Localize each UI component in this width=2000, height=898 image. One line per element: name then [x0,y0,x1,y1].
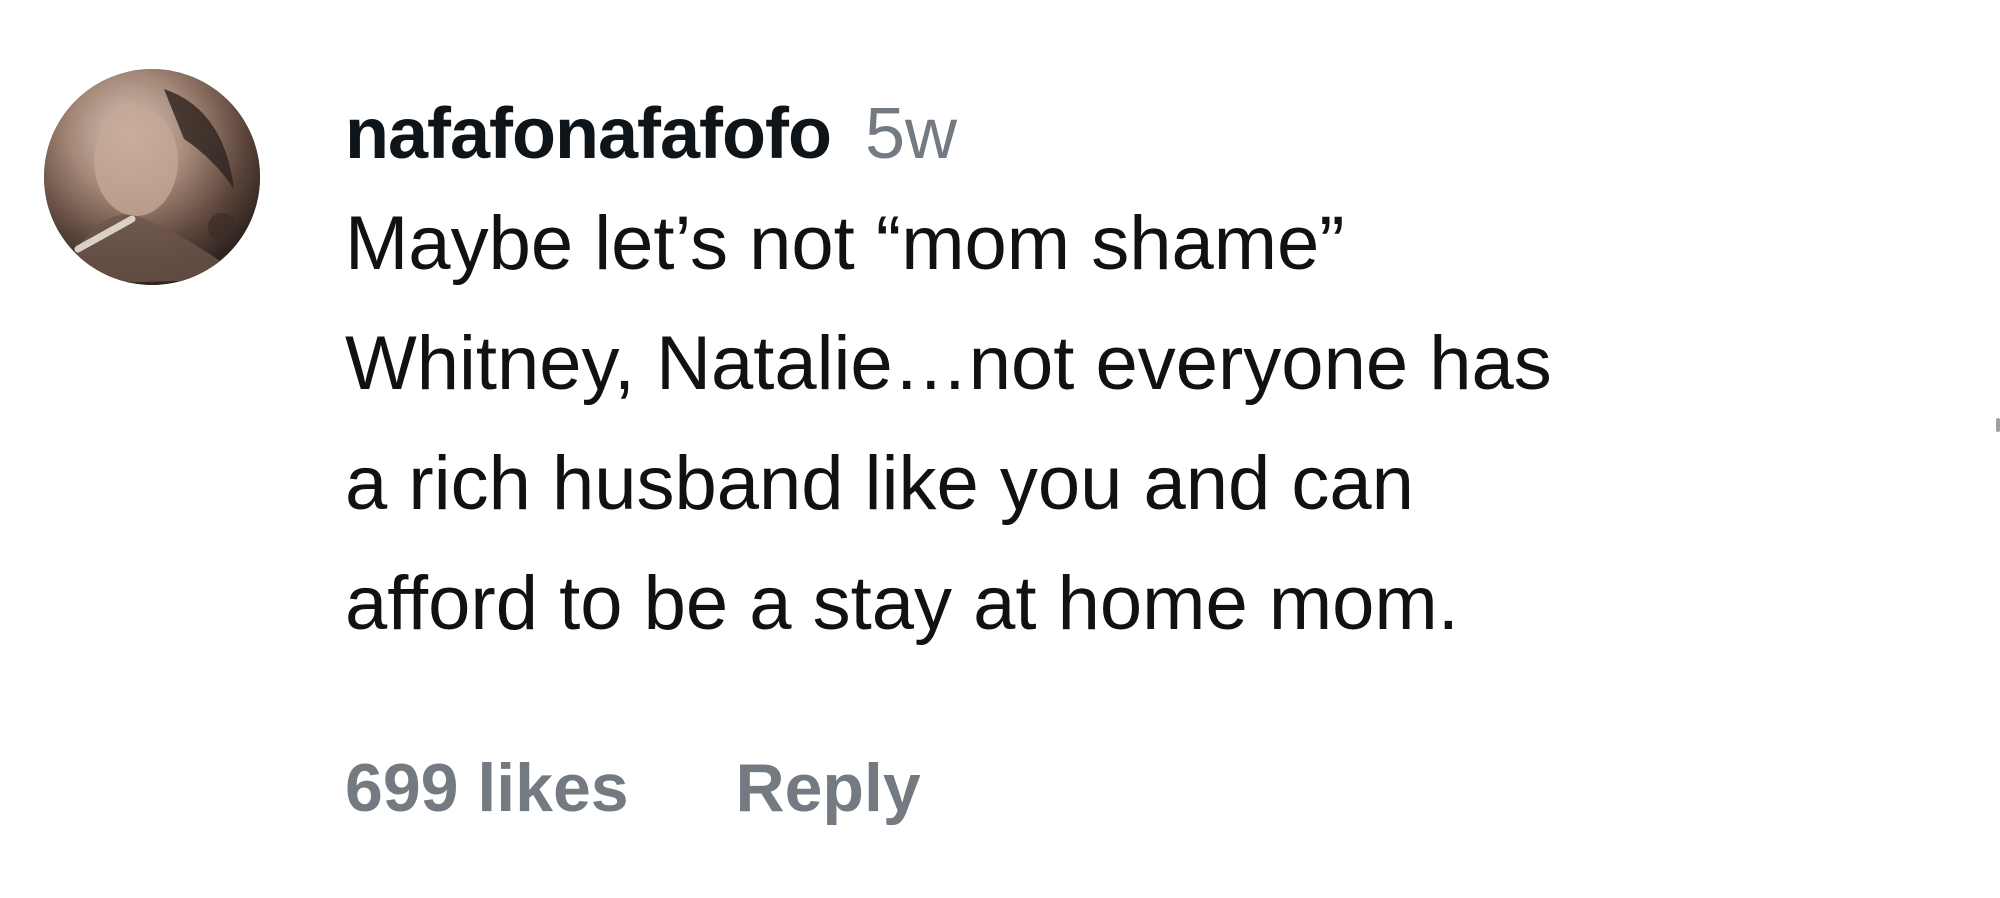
reply-button[interactable]: Reply [736,748,921,828]
comment-body: Maybe let’s not “mom shame” Whitney, Nat… [345,184,1905,664]
avatar[interactable] [44,69,260,285]
username[interactable]: nafafonafafofo [345,94,832,174]
likes-count[interactable]: 699 likes [345,748,629,828]
comment-content: nafafonafafofo 5w Maybe let’s not “mom s… [345,92,1905,664]
timestamp[interactable]: 5w [865,94,957,174]
comment-item: nafafonafafofo 5w Maybe let’s not “mom s… [0,0,2000,898]
comment-line: Whitney, Natalie…not everyone has [345,321,1552,406]
comment-line: Maybe let’s not “mom shame” [345,201,1345,286]
comment-line: a rich husband like you and can [345,441,1414,526]
scroll-edge-indicator [1996,418,2000,432]
comment-header: nafafonafafofo 5w [345,92,1905,176]
comment-line: afford to be a stay at home mom. [345,561,1459,646]
avatar-photo [44,69,260,285]
comment-actions: 699 likes Reply [345,748,921,828]
